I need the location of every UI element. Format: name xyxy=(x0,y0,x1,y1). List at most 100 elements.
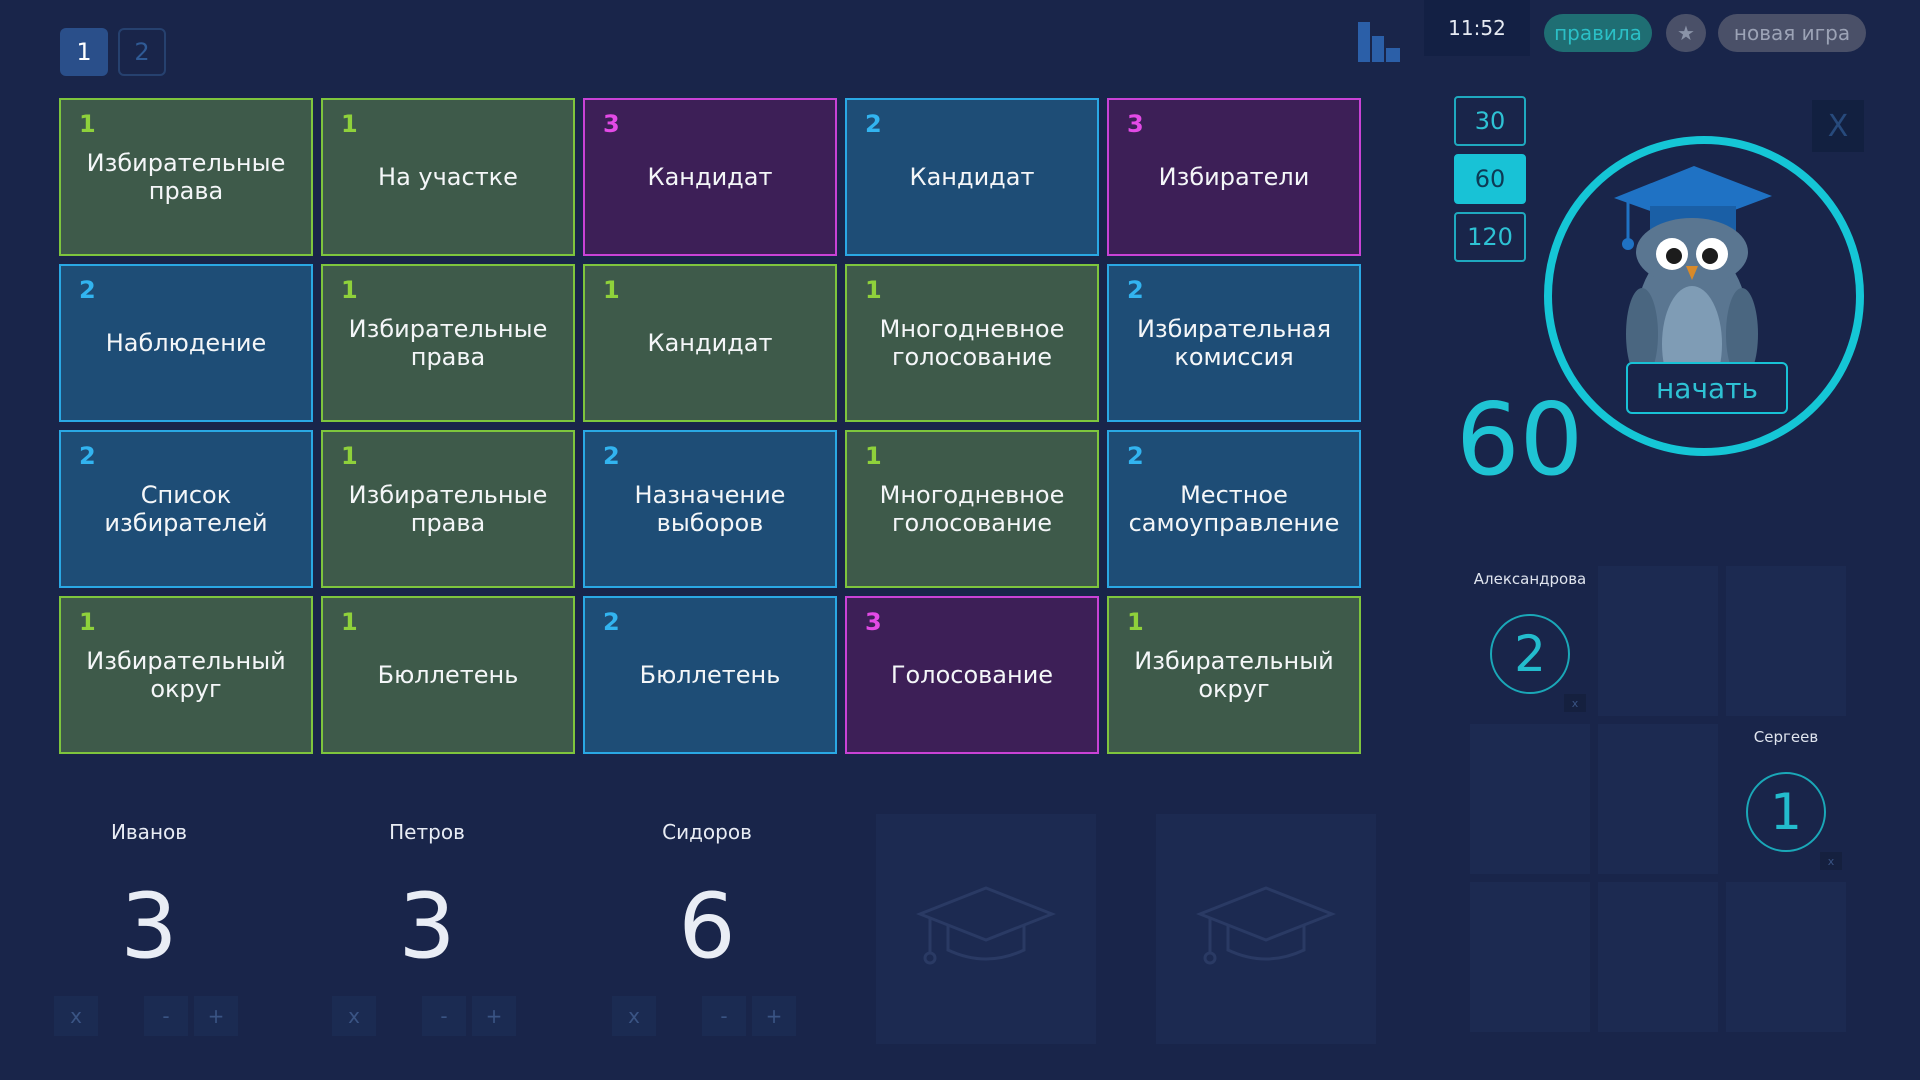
question-tile[interactable]: 1 Бюллетень xyxy=(321,596,575,754)
question-tile[interactable]: 3 Избиратели xyxy=(1107,98,1361,256)
tile-label: Бюллетень xyxy=(639,661,781,689)
tile-points: 1 xyxy=(603,276,620,304)
tile-points: 1 xyxy=(79,110,96,138)
team-cell-empty[interactable] xyxy=(1726,566,1846,716)
player-card: Иванов 3 xyxy=(74,820,224,972)
tile-points: 1 xyxy=(1127,608,1144,636)
add-player-slot[interactable] xyxy=(876,814,1096,1044)
tile-points: 2 xyxy=(865,110,882,138)
remove-player-button[interactable]: x xyxy=(54,996,98,1036)
question-tile[interactable]: 1 Многодневное голосование xyxy=(845,264,1099,422)
tile-points: 1 xyxy=(865,276,882,304)
tile-label: Избирательные права xyxy=(86,149,286,205)
player-score: 3 xyxy=(398,874,456,979)
question-tile[interactable]: 1 Избирательные права xyxy=(59,98,313,256)
tile-points: 2 xyxy=(603,608,620,636)
team-name: Сергеев xyxy=(1753,728,1819,746)
decrement-score-button[interactable]: - xyxy=(702,996,746,1036)
rules-button[interactable]: правила xyxy=(1544,14,1652,52)
tile-points: 1 xyxy=(341,608,358,636)
start-button[interactable]: начать xyxy=(1626,362,1788,414)
tile-label: Голосование xyxy=(890,661,1054,689)
increment-score-button[interactable]: + xyxy=(194,996,238,1036)
team-score: 1 xyxy=(1746,772,1826,852)
team-cell: Сергеев 1 x xyxy=(1726,724,1846,874)
tile-label: Кандидат xyxy=(647,329,773,357)
timer-option-30[interactable]: 30 xyxy=(1454,96,1526,146)
tile-points: 1 xyxy=(341,442,358,470)
question-tile[interactable]: 1 На участке xyxy=(321,98,575,256)
tile-label: Избиратели xyxy=(1158,163,1310,191)
graduation-cap-icon xyxy=(1196,886,1336,965)
question-tile[interactable]: 2 Местное самоуправление xyxy=(1107,430,1361,588)
timer-display: 60 xyxy=(1456,381,1584,498)
star-button[interactable]: ★ xyxy=(1666,14,1706,52)
close-button[interactable]: X xyxy=(1812,100,1864,152)
page-tab-1[interactable]: 1 xyxy=(60,28,108,76)
question-tile[interactable]: 1 Избирательный округ xyxy=(1107,596,1361,754)
question-tile[interactable]: 1 Многодневное голосование xyxy=(845,430,1099,588)
team-score: 2 xyxy=(1490,614,1570,694)
player-card: Петров 3 xyxy=(352,820,502,972)
question-tile[interactable]: 1 Избирательные права xyxy=(321,430,575,588)
timer-option-60[interactable]: 60 xyxy=(1454,154,1526,204)
team-cell-empty[interactable] xyxy=(1470,724,1590,874)
graduation-cap-icon xyxy=(916,886,1056,965)
tile-label: Многодневное голосование xyxy=(879,481,1065,537)
remove-team-button[interactable]: x xyxy=(1820,852,1842,870)
increment-score-button[interactable]: + xyxy=(472,996,516,1036)
player-name: Петров xyxy=(389,820,465,844)
player-name: Иванов xyxy=(110,820,188,844)
player-score: 6 xyxy=(678,874,736,979)
tile-label: На участке xyxy=(378,163,518,191)
tile-label: Многодневное голосование xyxy=(879,315,1065,371)
tile-label: Кандидат xyxy=(909,163,1035,191)
team-cell-empty[interactable] xyxy=(1598,882,1718,1032)
tile-points: 1 xyxy=(865,442,882,470)
team-cell-empty[interactable] xyxy=(1598,566,1718,716)
tile-points: 1 xyxy=(79,608,96,636)
tile-label: Избирательный округ xyxy=(1134,647,1334,703)
question-tile[interactable]: 1 Избирательный округ xyxy=(59,596,313,754)
decrement-score-button[interactable]: - xyxy=(422,996,466,1036)
question-board: 1 Избирательные права 1 На участке 3 Кандид… xyxy=(59,98,1361,754)
question-tile[interactable]: 2 Бюллетень xyxy=(583,596,837,754)
question-tile[interactable]: 2 Кандидат xyxy=(845,98,1099,256)
tile-label: Местное самоуправление xyxy=(1128,481,1340,537)
question-tile[interactable]: 2 Избирательная комиссия xyxy=(1107,264,1361,422)
tile-points: 1 xyxy=(341,276,358,304)
tile-label: Избирательный округ xyxy=(86,647,286,703)
question-tile[interactable]: 2 Наблюдение xyxy=(59,264,313,422)
question-tile[interactable]: 1 Избирательные права xyxy=(321,264,575,422)
remove-player-button[interactable]: x xyxy=(612,996,656,1036)
page-tabs: 1 2 xyxy=(60,28,166,76)
decrement-score-button[interactable]: - xyxy=(144,996,188,1036)
player-name: Сидоров xyxy=(662,820,752,844)
question-tile[interactable]: 3 Кандидат xyxy=(583,98,837,256)
remove-player-button[interactable]: x xyxy=(332,996,376,1036)
team-cell-empty[interactable] xyxy=(1598,724,1718,874)
increment-score-button[interactable]: + xyxy=(752,996,796,1036)
question-tile[interactable]: 2 Назначение выборов xyxy=(583,430,837,588)
timer-option-120[interactable]: 120 xyxy=(1454,212,1526,262)
new-game-button[interactable]: новая игра xyxy=(1718,14,1866,52)
tile-points: 2 xyxy=(1127,276,1144,304)
tile-points: 2 xyxy=(79,276,96,304)
teams-grid: Александрова 2 x Сергеев 1 x xyxy=(1470,566,1846,1032)
question-tile[interactable]: 1 Кандидат xyxy=(583,264,837,422)
question-tile[interactable]: 3 Голосование xyxy=(845,596,1099,754)
player-score: 3 xyxy=(120,874,178,979)
tile-label: Избирательная комиссия xyxy=(1136,315,1332,371)
tile-points: 3 xyxy=(1127,110,1144,138)
clock: 11:52 xyxy=(1424,0,1530,56)
tile-label: Избирательные права xyxy=(348,481,548,537)
page-tab-2[interactable]: 2 xyxy=(118,28,166,76)
bar-chart-icon[interactable] xyxy=(1358,22,1402,62)
team-cell-empty[interactable] xyxy=(1470,882,1590,1032)
add-player-slot[interactable] xyxy=(1156,814,1376,1044)
team-cell-empty[interactable] xyxy=(1726,882,1846,1032)
tile-label: Список избирателей xyxy=(104,481,268,537)
remove-team-button[interactable]: x xyxy=(1564,694,1586,712)
question-tile[interactable]: 2 Список избирателей xyxy=(59,430,313,588)
tile-points: 3 xyxy=(603,110,620,138)
